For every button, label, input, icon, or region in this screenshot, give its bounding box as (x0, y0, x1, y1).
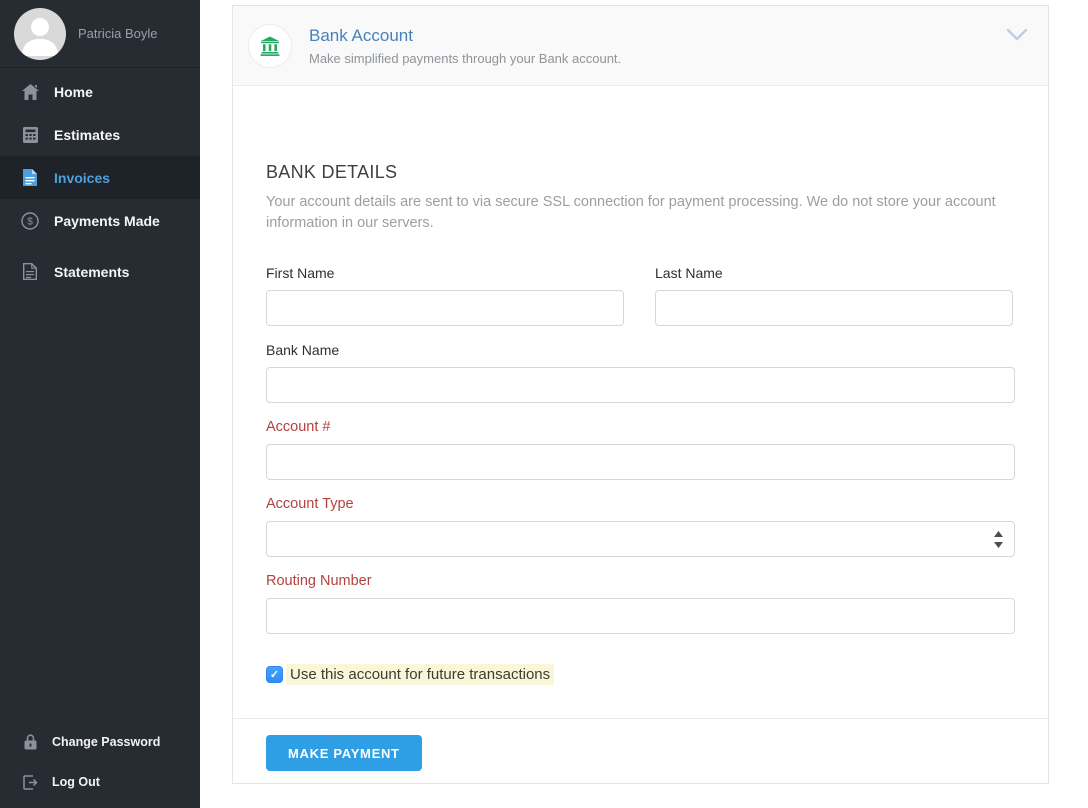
change-password-label: Change Password (52, 735, 160, 749)
sidebar-item-label: Invoices (54, 170, 110, 186)
bank-name-input[interactable] (266, 367, 1015, 403)
bank-icon (260, 36, 280, 56)
home-icon (21, 83, 39, 101)
account-number-input[interactable] (266, 444, 1015, 480)
log-out-label: Log Out (52, 775, 100, 789)
select-spinner-icon (994, 531, 1003, 553)
routing-number-input[interactable] (266, 598, 1015, 634)
avatar (14, 8, 66, 60)
change-password-link[interactable]: Change Password (0, 722, 200, 762)
sidebar-item-home[interactable]: Home (0, 70, 200, 113)
future-transactions-checkbox[interactable]: ✓ (266, 666, 283, 683)
routing-number-label: Routing Number (266, 573, 1015, 589)
first-name-input[interactable] (266, 290, 624, 326)
account-type-label: Account Type (266, 496, 1015, 512)
future-transactions-label: Use this account for future transactions (286, 664, 554, 685)
sidebar-item-label: Payments Made (54, 213, 160, 229)
footer-divider (233, 718, 1048, 719)
future-transactions-row: ✓ Use this account for future transactio… (266, 664, 1013, 685)
statement-icon (21, 263, 39, 281)
last-name-input[interactable] (655, 290, 1013, 326)
user-block[interactable]: Patricia Boyle (0, 0, 200, 68)
first-name-label: First Name (266, 265, 624, 281)
bank-details-section: BANK DETAILS Your account details are se… (233, 86, 1048, 771)
payment-method-badge (248, 24, 292, 68)
last-name-label: Last Name (655, 265, 1013, 281)
sidebar-item-payments-made[interactable]: $ Payments Made (0, 199, 200, 242)
bank-details-form: First Name Last Name Bank Name Account # (266, 249, 1013, 771)
sidebar-item-estimates[interactable]: Estimates (0, 113, 200, 156)
account-number-label: Account # (266, 419, 1015, 435)
payment-method-title: Bank Account (309, 26, 621, 46)
section-title: BANK DETAILS (266, 162, 1013, 183)
bank-name-label: Bank Name (266, 342, 1015, 358)
sidebar-item-invoices[interactable]: Invoices (0, 156, 200, 199)
dollar-circle-icon: $ (21, 212, 39, 230)
sidebar-item-label: Estimates (54, 127, 120, 143)
sidebar: Patricia Boyle Home (0, 0, 200, 808)
log-out-link[interactable]: Log Out (0, 762, 200, 802)
chevron-down-icon[interactable] (1006, 28, 1028, 47)
lock-icon (23, 734, 38, 750)
payment-method-subtitle: Make simplified payments through your Ba… (309, 51, 621, 66)
client-portal-screen: Patricia Boyle Home (0, 0, 1088, 808)
person-icon (14, 8, 66, 60)
calculator-icon (21, 126, 39, 144)
invoice-icon (21, 169, 39, 187)
make-payment-button[interactable]: MAKE PAYMENT (266, 735, 422, 771)
sidebar-nav: Home Estimates (0, 68, 200, 293)
sidebar-item-label: Statements (54, 264, 129, 280)
sidebar-footer: Change Password Log Out (0, 722, 200, 802)
sidebar-item-statements[interactable]: Statements (0, 250, 200, 293)
user-name: Patricia Boyle (78, 26, 157, 41)
section-description: Your account details are sent to via sec… (266, 192, 1013, 234)
svg-text:$: $ (27, 216, 33, 227)
sidebar-item-label: Home (54, 84, 93, 100)
payment-method-text: Bank Account Make simplified payments th… (309, 26, 621, 66)
payment-panel: Bank Account Make simplified payments th… (232, 5, 1049, 784)
logout-icon (23, 774, 38, 790)
bank-account-header[interactable]: Bank Account Make simplified payments th… (233, 6, 1048, 86)
account-type-select[interactable] (266, 521, 1015, 557)
